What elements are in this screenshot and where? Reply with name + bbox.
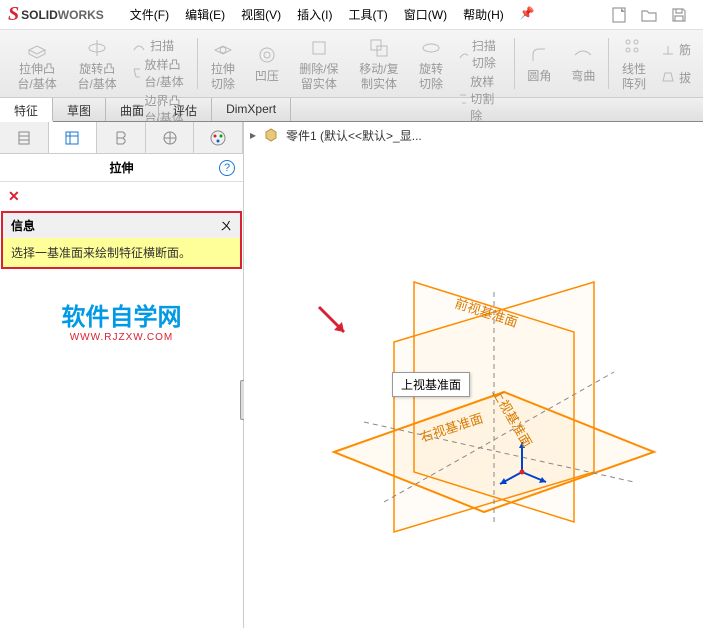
- sweep-button[interactable]: 扫描: [132, 36, 189, 55]
- part-icon: [262, 126, 280, 144]
- linear-pattern-button[interactable]: 线性阵列: [613, 34, 655, 93]
- logo-s-icon: S: [8, 3, 19, 26]
- panel-tab-property-manager[interactable]: [49, 122, 98, 153]
- tab-features[interactable]: 特征: [0, 98, 53, 122]
- property-manager: 拉伸 ? ✕ 信息 ㄨ 选择一基准面来绘制特征横断面。 软件自学网 WWW.RJ…: [0, 122, 244, 628]
- move-copy-button[interactable]: 移动/复制实体: [350, 34, 408, 93]
- help-button[interactable]: ?: [219, 160, 235, 176]
- qat-save-button[interactable]: [665, 3, 693, 27]
- info-header[interactable]: 信息 ㄨ: [3, 213, 240, 238]
- tab-evaluate[interactable]: 评估: [159, 98, 212, 121]
- tab-dimxpert[interactable]: DimXpert: [212, 98, 291, 121]
- panel-tab-appearance[interactable]: [194, 122, 243, 153]
- tab-sketch[interactable]: 草图: [53, 98, 106, 121]
- panel-tab-configuration[interactable]: [97, 122, 146, 153]
- qat-open-button[interactable]: [635, 3, 663, 27]
- extrude-boss-button[interactable]: 拉伸凸台/基体: [8, 34, 66, 93]
- extrude-cut-button[interactable]: 拉伸切除: [202, 34, 244, 93]
- menu-edit[interactable]: 编辑(E): [179, 2, 231, 27]
- loft-button[interactable]: 放样凸台/基体: [132, 55, 189, 91]
- breadcrumb-text[interactable]: 零件1 (默认<<默认>_显...: [286, 127, 422, 144]
- loft-cut-button[interactable]: 放样切割除: [458, 72, 506, 125]
- menu-file[interactable]: 文件(F): [124, 2, 175, 27]
- watermark: 软件自学网 WWW.RJZXW.COM: [0, 297, 243, 343]
- rib-button[interactable]: 筋: [661, 40, 691, 59]
- menu-pin-icon[interactable]: 📌: [514, 2, 541, 27]
- graphics-viewport[interactable]: ▸ 零件1 (默认<<默认>_显...: [244, 122, 703, 628]
- menu-view[interactable]: 视图(V): [235, 2, 287, 27]
- breadcrumb-back-icon[interactable]: ▸: [250, 128, 256, 142]
- hole-wizard-button[interactable]: 凹压: [246, 34, 288, 93]
- plane-tooltip: 上视基准面: [392, 372, 470, 397]
- delete-keep-button[interactable]: 删除/保留实体: [290, 34, 348, 93]
- menu-window[interactable]: 窗口(W): [398, 2, 453, 27]
- flex-button[interactable]: 弯曲: [562, 34, 604, 93]
- sweep-cut-button[interactable]: 扫描切除: [458, 36, 506, 72]
- menu-insert[interactable]: 插入(I): [291, 2, 338, 27]
- panel-tab-dimxpert[interactable]: [146, 122, 195, 153]
- revolve-cut-button[interactable]: 旋转切除: [410, 34, 452, 93]
- menu-tools[interactable]: 工具(T): [342, 2, 393, 27]
- tab-surfaces[interactable]: 曲面: [106, 98, 159, 121]
- main-menu: 文件(F) 编辑(E) 视图(V) 插入(I) 工具(T) 窗口(W) 帮助(H…: [124, 2, 541, 27]
- app-logo: S SOLIDWORKS: [8, 3, 104, 26]
- info-message: 选择一基准面来绘制特征横断面。: [3, 238, 240, 267]
- menu-help[interactable]: 帮助(H): [457, 2, 510, 27]
- draft-button[interactable]: 拔: [661, 68, 691, 87]
- panel-title: 拉伸: [109, 159, 133, 176]
- reference-planes[interactable]: 前视基准面 上视基准面 右视基准面: [304, 222, 664, 582]
- ribbon-toolbar: 拉伸凸台/基体 旋转凸台/基体 扫描 放样凸台/基体 边界凸台/基体 拉伸切除 …: [0, 30, 703, 98]
- feature-tabs: 特征 草图 曲面 评估 DimXpert: [0, 98, 703, 122]
- collapse-icon: ㄨ: [220, 217, 232, 234]
- panel-tab-feature-tree[interactable]: [0, 122, 49, 153]
- revolve-boss-button[interactable]: 旋转凸台/基体: [68, 34, 126, 93]
- close-panel-button[interactable]: ✕: [8, 188, 20, 204]
- info-section: 信息 ㄨ 选择一基准面来绘制特征横断面。: [1, 211, 242, 269]
- qat-new-button[interactable]: [605, 3, 633, 27]
- fillet-button[interactable]: 圆角: [518, 34, 560, 93]
